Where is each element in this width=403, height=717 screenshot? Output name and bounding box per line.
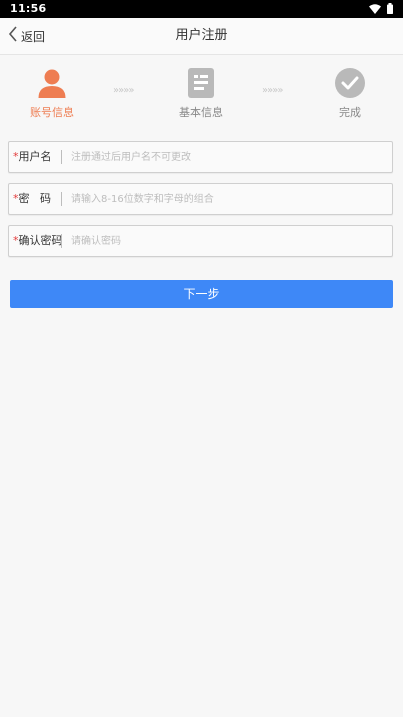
nav-bar: 返回 用户注册 [0, 18, 403, 55]
password-label-text: 密 码 [18, 192, 52, 205]
wifi-icon [369, 3, 381, 14]
step-arrows: »»»» [262, 85, 284, 96]
step-basic-info: 基本信息 [161, 68, 241, 120]
step-label: 基本信息 [179, 106, 223, 119]
field-divider [61, 234, 62, 248]
confirm-password-input[interactable] [71, 226, 381, 256]
step-account-info: 账号信息 [12, 68, 92, 120]
confirm-password-label: *确认密码 [13, 226, 63, 256]
battery-icon [387, 3, 393, 14]
status-bar: 11:56 [0, 0, 403, 18]
password-input[interactable] [71, 184, 381, 214]
password-field: *密 码 [8, 183, 393, 215]
username-input[interactable] [71, 142, 381, 172]
chevron-left-icon [8, 26, 18, 46]
field-divider [61, 192, 62, 206]
status-time: 11:56 [10, 2, 47, 15]
status-icons [369, 3, 393, 14]
next-step-button[interactable]: 下一步 [10, 280, 393, 308]
username-label: *用户名 [13, 142, 61, 172]
confirm-password-label-text: 确认密码 [18, 234, 63, 247]
confirm-password-field: *确认密码 [8, 225, 393, 257]
back-button[interactable]: 返回 [8, 18, 45, 54]
step-arrows: »»»» [113, 85, 135, 96]
document-icon [186, 68, 216, 98]
username-field: *用户名 [8, 141, 393, 173]
back-label: 返回 [21, 29, 46, 44]
step-indicator: 账号信息 »»»» 基本信息 »»»» 完成 [0, 55, 403, 125]
check-circle-icon [335, 68, 365, 98]
field-divider [61, 150, 62, 164]
username-label-text: 用户名 [18, 150, 52, 163]
page-title: 用户注册 [175, 28, 228, 43]
step-label: 账号信息 [30, 106, 74, 119]
step-complete: 完成 [310, 68, 390, 120]
step-label: 完成 [339, 106, 361, 119]
password-label: *密 码 [13, 184, 61, 214]
user-icon [37, 68, 67, 98]
